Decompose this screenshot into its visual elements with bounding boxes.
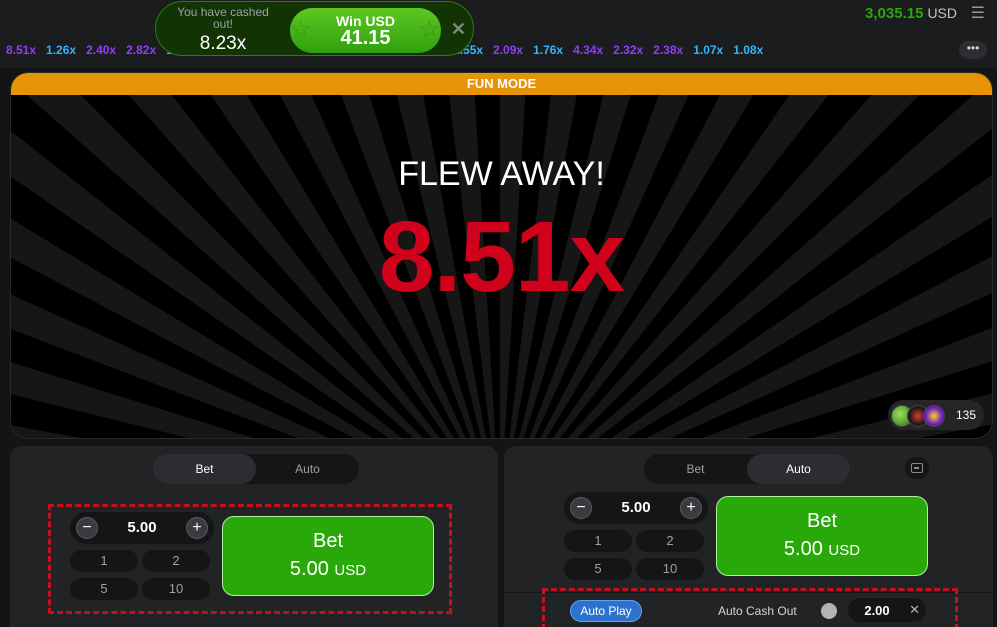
history-multiplier[interactable]: 1.26x bbox=[46, 43, 76, 57]
tab-auto[interactable]: Auto bbox=[747, 454, 850, 484]
quick-amount-button[interactable]: 1 bbox=[70, 550, 138, 572]
auto-cashout-field: 2.00 ✕ bbox=[848, 598, 926, 622]
stake-input[interactable]: 5.00 bbox=[100, 519, 184, 536]
plus-button[interactable]: + bbox=[186, 517, 208, 539]
auto-play-button[interactable]: Auto Play bbox=[570, 600, 642, 622]
win-badge: ☆ ☆ Win USD 41.15 bbox=[290, 8, 441, 53]
bet-currency: USD bbox=[828, 542, 861, 559]
history-multiplier[interactable]: 2.40x bbox=[86, 43, 116, 57]
history-multiplier[interactable]: 4.34x bbox=[573, 43, 603, 57]
bet-button-amount: 5.00 USD bbox=[717, 538, 927, 561]
history-multiplier[interactable]: 2.32x bbox=[613, 43, 643, 57]
balance-currency: USD bbox=[927, 5, 957, 21]
auto-cashout-toggle[interactable] bbox=[821, 603, 837, 619]
bet-panel-1: Bet Auto − 5.00 + 1 2 5 10 Bet 5.00 USD bbox=[10, 446, 498, 627]
bet-button[interactable]: Bet 5.00 USD bbox=[716, 496, 928, 576]
stake-stepper: − 5.00 + bbox=[70, 512, 214, 544]
quick-amount-button[interactable]: 2 bbox=[636, 530, 704, 552]
cashout-label: You have cashed out! bbox=[177, 5, 269, 31]
history-multiplier[interactable]: 2.82x bbox=[126, 43, 156, 57]
bet-mode-tabs: Bet Auto bbox=[644, 454, 850, 484]
menu-icon[interactable]: ☰ bbox=[971, 3, 985, 23]
cashout-notification: You have cashed out! 8.23x ☆ ☆ Win USD 4… bbox=[155, 1, 474, 56]
win-value: 41.15 bbox=[340, 27, 391, 49]
fun-mode-banner: FUN MODE bbox=[11, 73, 992, 95]
bet-panel-2: Bet Auto − 5.00 + 1 2 5 10 Bet 5.00 USD … bbox=[504, 446, 993, 627]
history-multiplier[interactable]: 8.51x bbox=[6, 43, 36, 57]
avatar bbox=[923, 405, 945, 427]
plus-button[interactable]: + bbox=[680, 497, 702, 519]
bet-amount: 5.00 bbox=[289, 558, 329, 580]
minus-button[interactable]: − bbox=[570, 497, 592, 519]
auto-settings-row: Auto Play Auto Cash Out 2.00 ✕ bbox=[504, 592, 993, 627]
history-multiplier[interactable]: 2.09x bbox=[493, 43, 523, 57]
cashout-multiplier: 8.23x bbox=[199, 33, 247, 54]
history-multiplier[interactable]: 1.08x bbox=[733, 43, 763, 57]
stake-input[interactable]: 5.00 bbox=[594, 499, 678, 516]
clear-icon[interactable]: ✕ bbox=[909, 602, 920, 618]
history-multiplier[interactable]: 1.76x bbox=[533, 43, 563, 57]
tab-bet[interactable]: Bet bbox=[153, 454, 256, 484]
quick-amount-button[interactable]: 2 bbox=[142, 550, 210, 572]
minus-button[interactable]: − bbox=[76, 517, 98, 539]
remove-panel-button[interactable] bbox=[905, 457, 929, 479]
tab-auto[interactable]: Auto bbox=[256, 454, 359, 484]
balance-amount: 3,035.15 bbox=[865, 5, 924, 22]
tab-bet[interactable]: Bet bbox=[644, 454, 747, 484]
balance: 3,035.15 USD bbox=[865, 5, 957, 22]
history-bar: 8.51x1.26x2.40x2.82x1.10x1.10x1.10x1.10x… bbox=[0, 34, 997, 68]
stake-stepper: − 5.00 + bbox=[564, 492, 708, 524]
bet-button-label: Bet bbox=[806, 510, 838, 532]
quick-amount-button[interactable]: 5 bbox=[564, 558, 632, 580]
bet-button-amount: 5.00 USD bbox=[223, 558, 433, 581]
minus-box-icon bbox=[911, 463, 923, 473]
bet-button[interactable]: Bet 5.00 USD bbox=[222, 516, 434, 596]
history-more-button[interactable]: ••• bbox=[959, 41, 987, 59]
auto-cashout-label: Auto Cash Out bbox=[718, 604, 797, 618]
flew-away-text: FLEW AWAY! bbox=[398, 155, 605, 193]
bet-button-label: Bet bbox=[312, 530, 344, 552]
game-area: FUN MODE FLEW AWAY! 8.51x 135 bbox=[10, 72, 993, 439]
crash-multiplier: 8.51x bbox=[378, 201, 625, 313]
top-bar: 3,035.15 USD ☰ bbox=[0, 0, 997, 34]
auto-cashout-input[interactable]: 2.00 bbox=[848, 603, 906, 618]
bet-currency: USD bbox=[334, 562, 367, 579]
quick-amount-button[interactable]: 10 bbox=[142, 578, 210, 600]
online-players: 135 bbox=[888, 400, 984, 430]
quick-amount-button[interactable]: 10 bbox=[636, 558, 704, 580]
stake-controls: − 5.00 + 1 2 5 10 bbox=[70, 512, 214, 600]
history-multiplier[interactable]: 2.38x bbox=[653, 43, 683, 57]
close-icon[interactable]: ✕ bbox=[451, 19, 466, 40]
bet-mode-tabs: Bet Auto bbox=[153, 454, 359, 484]
quick-amount-button[interactable]: 1 bbox=[564, 530, 632, 552]
bet-amount: 5.00 bbox=[783, 538, 823, 560]
history-multiplier[interactable]: 1.07x bbox=[693, 43, 723, 57]
quick-amount-button[interactable]: 5 bbox=[70, 578, 138, 600]
players-count: 135 bbox=[955, 408, 976, 422]
stake-controls: − 5.00 + 1 2 5 10 bbox=[564, 492, 708, 580]
